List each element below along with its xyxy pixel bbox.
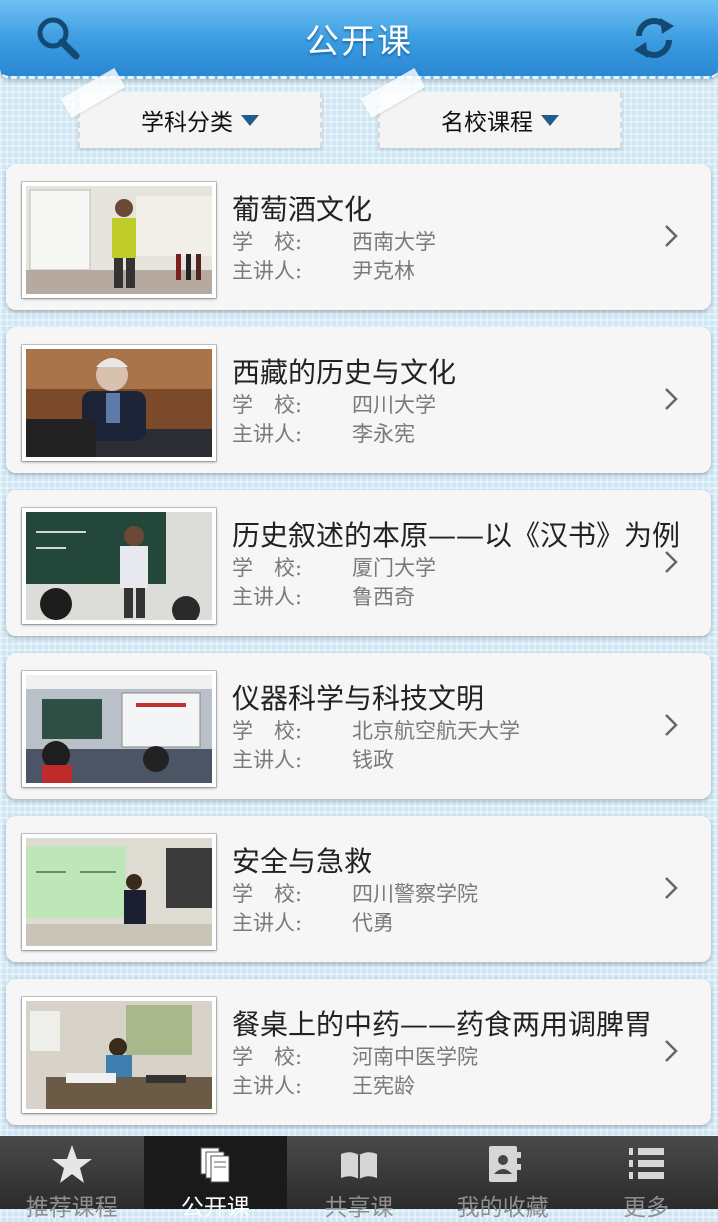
course-school-row: 学 校: 河南中医学院 bbox=[232, 1041, 478, 1071]
course-lecturer: 尹克林 bbox=[352, 259, 415, 283]
open-book-icon bbox=[340, 1152, 377, 1179]
course-lecturer: 钱政 bbox=[352, 748, 394, 772]
school-filter-label: 名校课程 bbox=[441, 110, 533, 136]
course-school: 河南中医学院 bbox=[352, 1045, 478, 1069]
contacts-icon bbox=[488, 1146, 521, 1182]
course-card[interactable]: 餐桌上的中药——药食两用调脾胃 学 校: 河南中医学院 主讲人: 王宪龄 bbox=[6, 979, 711, 1125]
school-label: 学 校: bbox=[232, 719, 303, 743]
school-label: 学 校: bbox=[232, 230, 303, 254]
course-title: 餐桌上的中药——药食两用调脾胃 bbox=[232, 1008, 653, 1041]
lecturer-label: 主讲人: bbox=[232, 585, 303, 609]
lecturer-label: 主讲人: bbox=[232, 422, 303, 446]
course-school-row: 学 校: 四川大学 bbox=[232, 389, 436, 419]
course-thumbnail bbox=[22, 508, 216, 624]
star-icon bbox=[51, 1145, 92, 1183]
chevron-right-icon bbox=[665, 877, 678, 899]
chevron-right-icon bbox=[665, 551, 678, 573]
subject-filter-dropdown[interactable]: 学科分类 bbox=[60, 67, 322, 148]
course-title: 安全与急救 bbox=[232, 845, 373, 878]
chevron-right-icon bbox=[665, 1040, 678, 1062]
top-bar: 公开课 bbox=[0, 0, 718, 79]
course-school: 厦门大学 bbox=[352, 556, 436, 580]
course-lecturer: 李永宪 bbox=[352, 422, 415, 446]
course-lecturer-row: 主讲人: 李永宪 bbox=[232, 418, 415, 448]
tab-my-favorites[interactable]: 我的收藏 bbox=[431, 1136, 575, 1221]
course-card[interactable]: 安全与急救 学 校: 四川警察学院 主讲人: 代勇 bbox=[6, 816, 711, 962]
course-lecturer-row: 主讲人: 鲁西奇 bbox=[232, 581, 415, 611]
tab-label: 推荐课程 bbox=[25, 1195, 118, 1221]
course-lecturer-row: 主讲人: 尹克林 bbox=[232, 255, 415, 285]
course-title: 仪器科学与科技文明 bbox=[232, 682, 485, 715]
course-lecturer-row: 主讲人: 王宪龄 bbox=[232, 1070, 415, 1100]
tab-label: 更多 bbox=[623, 1195, 670, 1221]
tab-more[interactable]: 更多 bbox=[574, 1136, 718, 1221]
course-thumbnail bbox=[22, 345, 216, 461]
page-title: 公开课 bbox=[305, 22, 413, 62]
lecturer-label: 主讲人: bbox=[232, 911, 303, 935]
tab-recommended[interactable]: 推荐课程 bbox=[0, 1136, 144, 1221]
lecturer-label: 主讲人: bbox=[232, 748, 303, 772]
course-title: 葡萄酒文化 bbox=[232, 193, 373, 226]
course-card[interactable]: 葡萄酒文化 学 校: 西南大学 主讲人: 尹克林 bbox=[6, 164, 711, 310]
school-label: 学 校: bbox=[232, 882, 303, 906]
caret-down-icon bbox=[541, 114, 559, 126]
course-lecturer: 王宪龄 bbox=[352, 1074, 415, 1098]
course-school: 四川大学 bbox=[352, 393, 436, 417]
school-label: 学 校: bbox=[232, 1045, 303, 1069]
books-icon bbox=[200, 1147, 230, 1183]
refresh-icon[interactable] bbox=[630, 14, 678, 62]
subject-filter-label: 学科分类 bbox=[141, 110, 233, 136]
course-school: 四川警察学院 bbox=[352, 882, 478, 906]
course-thumbnail bbox=[22, 997, 216, 1113]
tab-shared-courses[interactable]: 共享课 bbox=[287, 1136, 431, 1221]
course-lecturer-row: 主讲人: 钱政 bbox=[232, 744, 394, 774]
lecturer-label: 主讲人: bbox=[232, 1074, 303, 1098]
caret-down-icon bbox=[241, 114, 259, 126]
school-label: 学 校: bbox=[232, 556, 303, 580]
course-school-row: 学 校: 北京航空航天大学 bbox=[232, 715, 520, 745]
course-card[interactable]: 仪器科学与科技文明 学 校: 北京航空航天大学 主讲人: 钱政 bbox=[6, 653, 711, 799]
course-thumbnail bbox=[22, 671, 216, 787]
course-school-row: 学 校: 西南大学 bbox=[232, 226, 436, 256]
course-lecturer: 鲁西奇 bbox=[352, 585, 415, 609]
course-card[interactable]: 历史叙述的本原——以《汉书》为例 学 校: 厦门大学 主讲人: 鲁西奇 bbox=[6, 490, 711, 636]
tab-label: 共享课 bbox=[324, 1195, 394, 1221]
school-label: 学 校: bbox=[232, 393, 303, 417]
chevron-right-icon bbox=[665, 714, 678, 736]
course-lecturer-row: 主讲人: 代勇 bbox=[232, 907, 394, 937]
course-school: 北京航空航天大学 bbox=[352, 719, 520, 743]
course-school: 西南大学 bbox=[352, 230, 436, 254]
chevron-right-icon bbox=[665, 225, 678, 247]
course-lecturer: 代勇 bbox=[352, 911, 394, 935]
lecturer-label: 主讲人: bbox=[232, 259, 303, 283]
numbered-list-icon bbox=[629, 1148, 665, 1179]
course-thumbnail bbox=[22, 834, 216, 950]
course-card[interactable]: 西藏的历史与文化 学 校: 四川大学 主讲人: 李永宪 bbox=[6, 327, 711, 473]
bottom-tab-bar: 推荐课程 公开课 共享课 我的收藏 更多 bbox=[0, 1136, 718, 1221]
course-school-row: 学 校: 四川警察学院 bbox=[232, 878, 478, 908]
tab-label: 我的收藏 bbox=[456, 1195, 549, 1221]
course-title: 西藏的历史与文化 bbox=[232, 356, 457, 389]
course-thumbnail bbox=[22, 182, 216, 298]
tab-open-courses[interactable]: 公开课 bbox=[143, 1136, 288, 1221]
tab-label: 公开课 bbox=[180, 1195, 250, 1221]
school-filter-dropdown[interactable]: 名校课程 bbox=[360, 67, 622, 148]
course-title: 历史叙述的本原——以《汉书》为例 bbox=[232, 519, 681, 552]
chevron-right-icon bbox=[665, 388, 678, 410]
course-school-row: 学 校: 厦门大学 bbox=[232, 552, 436, 582]
